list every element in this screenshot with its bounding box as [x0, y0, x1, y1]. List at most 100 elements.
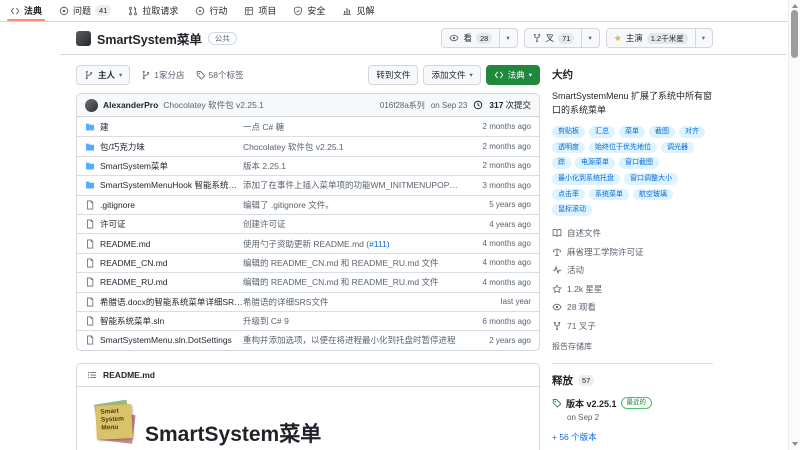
file-commit-message[interactable]: 升级到 C# 9: [243, 316, 289, 326]
tab-projects[interactable]: 项目: [244, 0, 276, 21]
topic-tag[interactable]: 鼠标滚动: [552, 204, 592, 216]
file-commit-message[interactable]: 版本 2.25.1: [243, 161, 286, 171]
stars-link[interactable]: 1.2k 星星: [552, 283, 713, 295]
topic-tag[interactable]: 汇总: [589, 126, 615, 138]
file-commit-message[interactable]: Chocolatey 软件包 v2.25.1: [243, 142, 344, 152]
file-name[interactable]: SmartSystemMenuHook 智能系统菜...: [100, 179, 243, 191]
commit-author-avatar[interactable]: [85, 99, 98, 112]
tab-insights[interactable]: 见解: [342, 0, 374, 21]
file-row[interactable]: README_RU.md 编辑的 README_CN.md 和 README_R…: [77, 272, 539, 291]
scroll-up-arrow[interactable]: [792, 4, 798, 8]
file-row[interactable]: 包/巧克力味 Chocolatey 软件包 v2.25.1 2 months a…: [77, 136, 539, 155]
file-row[interactable]: SmartSystemMenu.sln.DotSettings 重构并添加选项，…: [77, 330, 539, 349]
repo-owner-avatar[interactable]: [76, 31, 91, 46]
file-name[interactable]: 包/巧克力味: [100, 141, 145, 153]
commits-link[interactable]: 317 次提交: [489, 99, 531, 111]
file-name[interactable]: SmartSystem菜单: [100, 160, 168, 172]
commit-message[interactable]: Chocolatey 软件包 v2.25.1: [163, 99, 264, 111]
tab-pull-requests[interactable]: 拉取请求: [128, 0, 178, 21]
file-commit-message[interactable]: 重构并添加选项，以便在将进程最小化到托盘时暂停进程: [243, 335, 456, 345]
file-date: 6 months ago: [467, 317, 531, 326]
issue-ref-link[interactable]: (#111): [366, 239, 389, 249]
branch-selector[interactable]: 主人: [76, 65, 130, 85]
commit-hash[interactable]: 016f28a系列: [380, 100, 425, 111]
file-name[interactable]: README.md: [100, 239, 151, 249]
tab-label: 行动: [209, 4, 227, 17]
topic-tag[interactable]: 点击率: [552, 189, 585, 201]
topic-tag[interactable]: 电源菜单: [575, 157, 615, 169]
topic-tag[interactable]: 剪贴板: [552, 126, 585, 138]
file-commit-message[interactable]: 创建许可证: [243, 219, 286, 229]
file-commit-message[interactable]: 编辑了 .gitignore 文件。: [243, 200, 334, 210]
file-row[interactable]: SmartSystem菜单 版本 2.25.1 2 months ago: [77, 156, 539, 175]
go-to-file-button[interactable]: 转到文件: [368, 65, 418, 85]
file-icon: [85, 335, 95, 345]
file-row[interactable]: 智能系统菜单.sln 升级到 C# 9 6 months ago: [77, 311, 539, 330]
forks-link[interactable]: 71 叉子: [552, 320, 713, 332]
file-name[interactable]: README_RU.md: [100, 277, 168, 287]
star-button[interactable]: 主演 1.2千米星: [606, 28, 713, 48]
topic-tag[interactable]: 踪: [552, 157, 571, 169]
fork-label: 叉: [546, 32, 555, 44]
file-date: last year: [467, 297, 531, 306]
branches-link[interactable]: 1家分店: [141, 69, 184, 81]
scroll-down-arrow[interactable]: [792, 442, 798, 446]
file-name[interactable]: 许可证: [100, 218, 126, 230]
file-name[interactable]: 建: [100, 121, 109, 133]
latest-release[interactable]: 版本 v2.25.1 最近的: [552, 397, 713, 410]
file-name[interactable]: README_CN.md: [100, 258, 168, 268]
topic-tag[interactable]: 透明度: [552, 142, 585, 154]
file-row[interactable]: SmartSystemMenuHook 智能系统菜... 添加了在事件上插入菜单…: [77, 175, 539, 194]
file-name[interactable]: 智能系统菜单.sln: [100, 315, 164, 327]
file-commit-message[interactable]: 希腊语的详细SRS文件: [243, 297, 328, 307]
file-row[interactable]: 许可证 创建许可证 4 years ago: [77, 214, 539, 233]
file-name[interactable]: 希腊语.docx的智能系统菜单详细SRS...: [100, 296, 243, 308]
topic-tag[interactable]: 调光器: [661, 142, 694, 154]
tab-label: 项目: [258, 4, 276, 17]
file-commit-message[interactable]: 编辑的 README_CN.md 和 README_RU.md 文件: [243, 277, 439, 287]
topic-tag[interactable]: 窗口截图: [619, 157, 659, 169]
file-commit-message[interactable]: 一点 C# 糖: [243, 122, 284, 132]
watch-button[interactable]: 看 28: [441, 28, 517, 48]
file-row[interactable]: .gitignore 编辑了 .gitignore 文件。 5 years ag…: [77, 195, 539, 214]
list-icon[interactable]: [87, 370, 97, 380]
releases-title[interactable]: 释放: [552, 373, 573, 388]
topic-tag[interactable]: 航空玻璃: [633, 189, 673, 201]
readme-tab[interactable]: README.md: [103, 370, 155, 380]
tab-issues[interactable]: 问题 41: [59, 0, 111, 21]
file-date: 3 months ago: [467, 181, 531, 190]
readme-link[interactable]: 自述文件: [552, 227, 713, 239]
topic-tag[interactable]: 窗口调整大小: [624, 173, 678, 185]
topic-tag[interactable]: 最小化到系统托盘: [552, 173, 620, 185]
topic-tag[interactable]: 对齐: [679, 126, 705, 138]
commit-author[interactable]: AlexanderPro: [103, 100, 158, 110]
activity-link[interactable]: 活动: [552, 264, 713, 276]
file-commit-message[interactable]: 编辑的 README_CN.md 和 README_RU.md 文件: [243, 258, 439, 268]
tab-security[interactable]: 安全: [293, 0, 325, 21]
file-commit-message[interactable]: 使用勺子资助更新 README.md: [243, 239, 364, 249]
watching-link[interactable]: 28 观看: [552, 301, 713, 313]
tab-actions[interactable]: 行动: [195, 0, 227, 21]
topic-tag[interactable]: 截图: [649, 126, 675, 138]
file-name[interactable]: SmartSystemMenu.sln.DotSettings: [100, 335, 232, 345]
file-name[interactable]: .gitignore: [100, 200, 135, 210]
topic-tag[interactable]: 菜单: [619, 126, 645, 138]
file-commit-message[interactable]: 添加了在事件上插入菜单项的功能WM_INITMENUPOPUP以便...: [243, 180, 467, 190]
report-repository-link[interactable]: 报告存储库: [552, 341, 592, 352]
add-file-button[interactable]: 添加文件: [423, 65, 480, 85]
tags-link[interactable]: 58个标签: [196, 69, 244, 81]
file-row[interactable]: 希腊语.docx的智能系统菜单详细SRS... 希腊语的详细SRS文件 last…: [77, 292, 539, 311]
file-row[interactable]: README.md 使用勺子资助更新 README.md (#111) 4 mo…: [77, 233, 539, 252]
file-row[interactable]: 建 一点 C# 糖 2 months ago: [77, 117, 539, 136]
fork-button[interactable]: 叉 71: [524, 28, 600, 48]
tab-code[interactable]: 法典: [10, 0, 42, 21]
code-button[interactable]: 法典: [486, 65, 540, 85]
license-link[interactable]: 麻省理工学院许可证: [552, 246, 713, 258]
topic-tag[interactable]: 始终位于优先地位: [589, 142, 657, 154]
stars-label: 1.2k 星星: [567, 283, 602, 295]
vertical-scrollbar[interactable]: [788, 0, 800, 450]
scrollbar-thumb[interactable]: [791, 10, 798, 58]
topic-tag[interactable]: 系统菜单: [589, 189, 629, 201]
more-releases-link[interactable]: + 56 个版本: [552, 431, 597, 443]
file-row[interactable]: README_CN.md 编辑的 README_CN.md 和 README_R…: [77, 253, 539, 272]
